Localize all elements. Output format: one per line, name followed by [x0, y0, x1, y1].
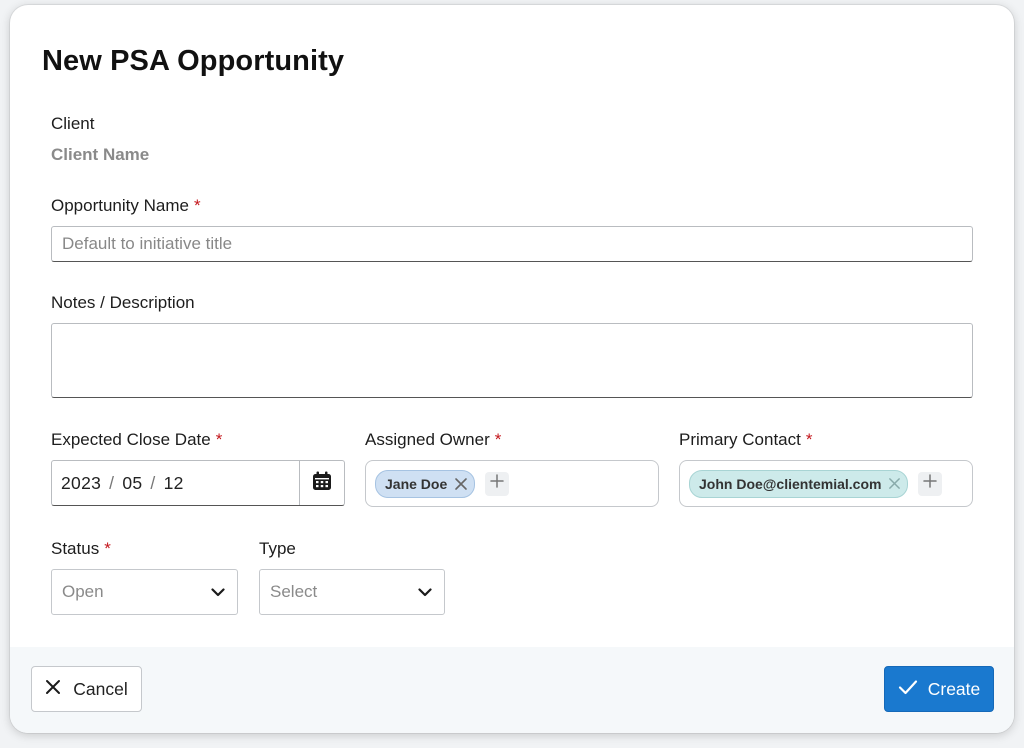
add-owner-button[interactable] [485, 471, 510, 496]
close-icon [45, 679, 61, 700]
required-marker: * [104, 539, 111, 558]
dialog-title: New PSA Opportunity [42, 45, 345, 77]
type-selected-value: Select [270, 582, 318, 601]
create-button[interactable]: Create [884, 666, 994, 712]
type-select[interactable]: Select [259, 569, 445, 615]
date-separator: / [150, 472, 156, 493]
owner-chip-label: Jane Doe [385, 475, 448, 492]
close-icon[interactable] [888, 477, 901, 490]
required-marker: * [215, 430, 223, 449]
add-contact-button[interactable] [918, 471, 943, 496]
required-marker: * [494, 430, 502, 449]
client-label: Client [51, 114, 95, 133]
close-icon[interactable] [454, 477, 468, 491]
cancel-button-label: Cancel [73, 678, 128, 699]
calendar-button[interactable] [299, 461, 344, 505]
opportunity-name-input[interactable]: Default to initiative title [51, 226, 973, 262]
new-opportunity-dialog: New PSA Opportunity Client Client Name O… [10, 5, 1014, 733]
date-month: 05 [122, 472, 143, 493]
required-marker: * [193, 196, 201, 215]
expected-close-date-label: Expected Close Date * [51, 430, 223, 449]
dialog-footer: Cancel Create [10, 647, 1014, 733]
primary-contact-label: Primary Contact * [679, 430, 813, 449]
status-selected-value: Open [62, 582, 104, 601]
create-button-label: Create [927, 678, 981, 699]
expected-close-date-field[interactable]: 2023 / 05 / 12 [51, 460, 345, 506]
plus-icon [490, 474, 504, 493]
chevron-down-icon [211, 582, 225, 602]
plus-icon [923, 474, 938, 493]
assigned-owner-label: Assigned Owner * [365, 430, 502, 449]
client-name-value: Client Name [51, 145, 150, 164]
required-marker: * [805, 430, 813, 449]
contact-chip-label: John Doe@clientemial.com [699, 475, 882, 492]
calendar-icon [312, 471, 332, 496]
opportunity-name-placeholder: Default to initiative title [62, 234, 233, 253]
cancel-button[interactable]: Cancel [31, 666, 142, 712]
owner-chip[interactable]: Jane Doe [375, 469, 476, 498]
notes-label: Notes / Description [51, 293, 195, 312]
opportunity-name-label: Opportunity Name * [51, 196, 201, 215]
status-label: Status * [51, 539, 111, 558]
chevron-down-icon [418, 582, 432, 602]
assigned-owner-field[interactable]: Jane Doe [365, 460, 659, 507]
notes-textarea[interactable] [51, 323, 973, 398]
date-separator: / [109, 472, 115, 493]
status-select[interactable]: Open [51, 569, 238, 615]
date-input[interactable]: 2023 / 05 / 12 [52, 461, 299, 505]
date-day: 12 [163, 472, 184, 493]
primary-contact-field[interactable]: John Doe@clientemial.com [679, 460, 973, 507]
contact-chip[interactable]: John Doe@clientemial.com [689, 469, 909, 498]
date-year: 2023 [61, 472, 102, 493]
type-label: Type [259, 539, 296, 558]
checkmark-icon [898, 679, 918, 700]
